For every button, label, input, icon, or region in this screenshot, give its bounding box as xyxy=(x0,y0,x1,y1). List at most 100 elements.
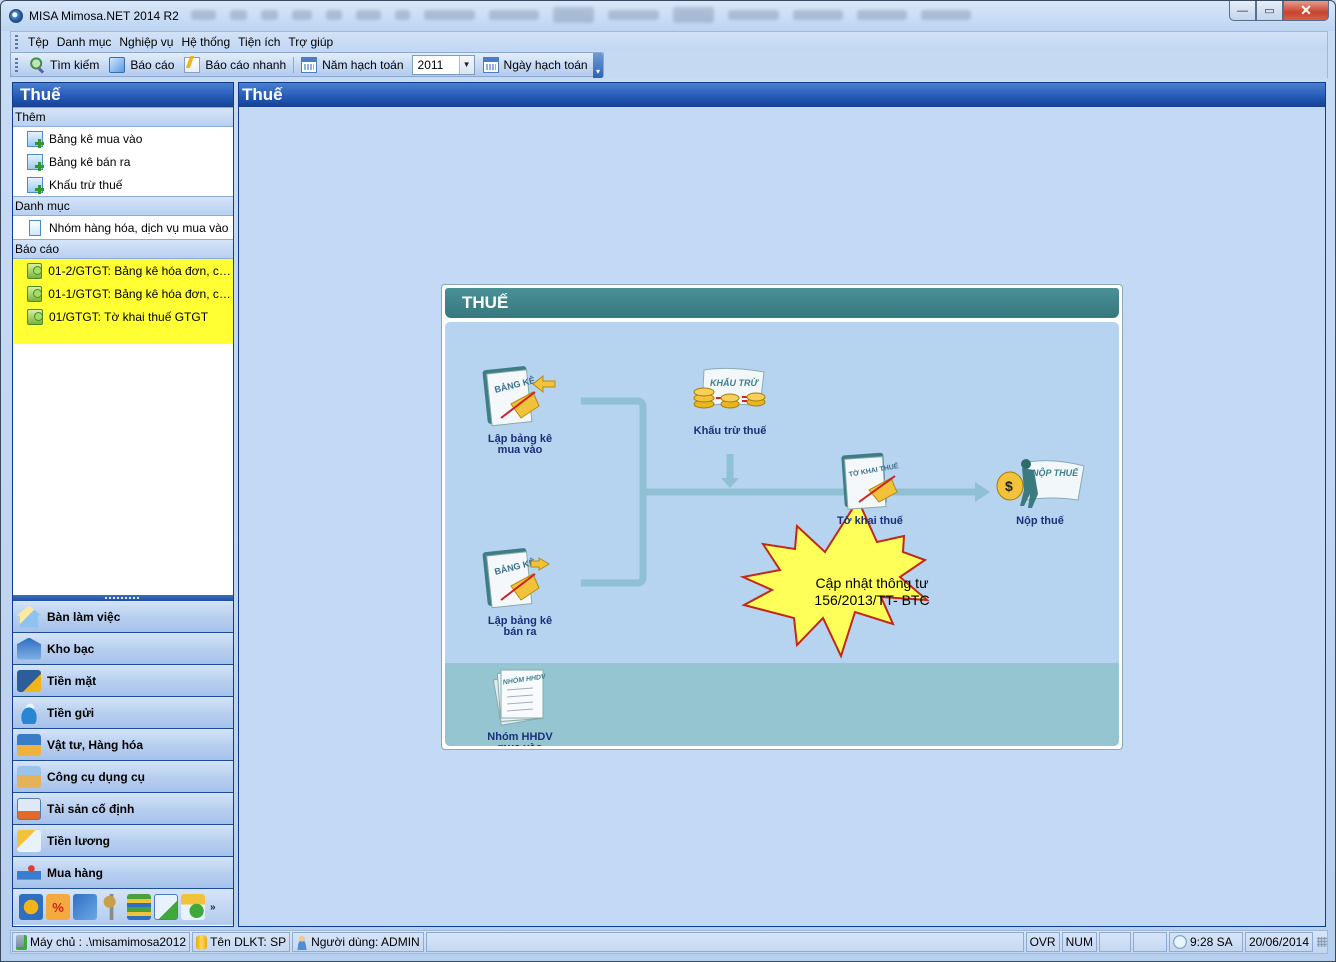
menu-operations[interactable]: Nghiệp vụ xyxy=(115,32,177,52)
menu-file[interactable]: Tệp xyxy=(24,32,53,52)
toolbar-separator xyxy=(293,56,295,73)
dropdown-arrow-icon[interactable]: ▼ xyxy=(458,55,474,74)
task-item-report-01-2[interactable]: 01-2/GTGT: Bảng kê hóa đơn, chứ... xyxy=(13,259,233,282)
goods-group-icon: NHÓM HHDV xyxy=(492,669,548,726)
nav-cash[interactable]: Tiền mặt xyxy=(13,665,233,697)
status-server: Máy chủ : .\misamimosa2012 xyxy=(12,932,191,952)
task-item-label: 01/GTGT: Tờ khai thuế GTGT xyxy=(49,309,209,324)
report-button[interactable]: Báo cáo xyxy=(104,54,179,76)
task-list-catalog: Nhóm hàng hóa, dịch vụ mua vào xyxy=(13,216,233,239)
tax-percent-icon[interactable]: % xyxy=(46,894,70,920)
task-item-label: Bảng kê bán ra xyxy=(49,154,131,169)
task-item-report-01-1[interactable]: 01-1/GTGT: Bảng kê hóa đơn, chứ... xyxy=(13,282,233,305)
group-header-catalog[interactable]: Danh mục xyxy=(13,196,233,216)
task-item-sales-list[interactable]: Bảng kê bán ra xyxy=(13,150,233,173)
server-text: Máy chủ : .\misamimosa2012 xyxy=(30,935,187,949)
user-text: Người dùng: ADMIN xyxy=(311,935,420,949)
status-user: Người dùng: ADMIN xyxy=(292,932,424,952)
keys-icon[interactable] xyxy=(100,894,124,920)
toolbar-grip-handle[interactable] xyxy=(15,57,18,72)
nav-deposits[interactable]: Tiền gửi xyxy=(13,697,233,729)
toolbar-overflow-button[interactable]: ▾ xyxy=(593,53,603,78)
task-item-label: Bảng kê mua vào xyxy=(49,131,143,146)
posting-date-label: Ngày hạch toán xyxy=(503,57,588,72)
maximize-button[interactable]: ▭ xyxy=(1256,1,1283,21)
status-bar: Máy chủ : .\misamimosa2012 Tên DLKT: SP … xyxy=(10,930,1328,954)
tax-declaration-icon: TỜ KHAI THUẾ xyxy=(841,452,899,510)
shopping-cart-icon xyxy=(17,861,41,884)
nav-purchasing[interactable]: Mua hàng xyxy=(13,857,233,889)
arrow-from-deduction xyxy=(721,478,739,488)
task-item-goods-group[interactable]: Nhóm hàng hóa, dịch vụ mua vào xyxy=(13,216,233,239)
nav-tools[interactable]: Công cụ dụng cụ xyxy=(13,761,233,793)
nav-label: Mua hàng xyxy=(47,865,103,880)
fiscal-year-text: Năm hạch toán xyxy=(322,57,404,72)
report-icon xyxy=(109,56,126,73)
nav-label: Tiền gửi xyxy=(47,705,95,720)
node-sales-list[interactable]: BẢNG KÊ Lập bảng kê bán ra xyxy=(480,544,560,638)
window-controls: — ▭ ✕ xyxy=(1229,1,1329,21)
checklist-icon[interactable] xyxy=(154,894,178,920)
books-icon[interactable] xyxy=(127,894,151,920)
node-tax-payment[interactable]: NỘP THUẾ $ Nộp thuế xyxy=(990,456,1090,527)
minimize-button[interactable]: — xyxy=(1229,1,1256,21)
svg-text:$: $ xyxy=(1005,478,1013,494)
node-tax-deduction[interactable]: KHẤU TRỪ Khấu trừ thuế xyxy=(685,366,775,437)
bracket-connector xyxy=(581,397,647,587)
task-item-purchase-list[interactable]: Bảng kê mua vào xyxy=(13,127,233,150)
nav-label: Tiền mặt xyxy=(47,673,97,688)
search-button[interactable]: Tìm kiếm xyxy=(24,54,104,76)
calendar-icon xyxy=(301,56,318,73)
more-modules-button[interactable]: » xyxy=(210,902,216,913)
resize-grip[interactable] xyxy=(1317,937,1327,947)
nav-payroll[interactable]: Tiền lương xyxy=(13,825,233,857)
node-label-line1: Tờ khai thuế xyxy=(837,515,903,527)
node-goods-group[interactable]: NHÓM HHDV Nhóm HHDV mua vào xyxy=(480,666,560,746)
task-item-report-01[interactable]: 01/GTGT: Tờ khai thuế GTGT xyxy=(13,305,233,328)
nav-fixed-assets[interactable]: Tài sản cố định xyxy=(13,793,233,825)
task-item-label: 01-1/GTGT: Bảng kê hóa đơn, chứ... xyxy=(48,286,233,301)
update-icon[interactable] xyxy=(181,894,205,920)
search-label: Tìm kiếm xyxy=(50,57,100,72)
menu-catalog[interactable]: Danh mục xyxy=(53,32,116,52)
group-header-add[interactable]: Thêm xyxy=(13,107,233,127)
nav-label: Tiền lương xyxy=(47,833,110,848)
nav-label: Công cụ dụng cụ xyxy=(47,769,145,784)
quick-report-button[interactable]: Báo cáo nhanh xyxy=(179,54,291,76)
node-label-line2: bán ra xyxy=(503,626,537,638)
report-icon xyxy=(27,262,43,279)
salary-icon xyxy=(17,829,41,852)
node-tax-declaration[interactable]: TỜ KHAI THUẾ Tờ khai thuế xyxy=(825,450,915,527)
fiscal-year-select[interactable]: 2011 ▼ xyxy=(411,54,475,75)
status-empty-1 xyxy=(1098,932,1131,952)
group-header-reports[interactable]: Báo cáo xyxy=(13,239,233,259)
menu-grip-handle[interactable] xyxy=(15,34,18,49)
server-icon xyxy=(16,934,27,950)
nav-label: Vật tư, Hàng hóa xyxy=(47,737,144,752)
general-ledger-icon[interactable] xyxy=(73,894,97,920)
nav-desktop[interactable]: Bàn làm việc xyxy=(13,601,233,633)
close-button[interactable]: ✕ xyxy=(1283,1,1329,21)
node-label-line2: mua vào xyxy=(480,743,560,747)
add-document-icon xyxy=(27,176,44,194)
nav-label: Tài sản cố định xyxy=(47,801,135,816)
sales-list-icon: BẢNG KÊ xyxy=(482,548,550,609)
nav-inventory[interactable]: Vật tư, Hàng hóa xyxy=(13,729,233,761)
nav-treasury[interactable]: Kho bạc xyxy=(13,633,233,665)
posting-date-button[interactable]: Ngày hạch toán xyxy=(478,54,593,76)
update-callout-text[interactable]: Cập nhật thông tư 156/2013/TT- BTC xyxy=(802,575,942,609)
menu-system[interactable]: Hệ thống xyxy=(177,32,234,52)
app-window: MISA Mimosa.NET 2014 R2 — ▭ ✕ Tệp Danh m… xyxy=(0,0,1336,962)
menu-help[interactable]: Trợ giúp xyxy=(284,32,337,52)
node-purchase-list[interactable]: BẢNG KÊ Lập bảng kê mua vào xyxy=(480,362,560,456)
status-database: Tên DLKT: SP xyxy=(192,932,291,952)
sales-icon[interactable] xyxy=(19,894,43,920)
status-time: 9:28 SA xyxy=(1168,932,1243,952)
calendar-icon xyxy=(482,56,499,73)
fiscal-year-label: Năm hạch toán xyxy=(296,54,408,76)
menu-bar: Tệp Danh mục Nghiệp vụ Hệ thống Tiện ích… xyxy=(10,31,1328,51)
task-item-tax-deduction[interactable]: Khấu trừ thuế xyxy=(13,173,233,196)
node-label-line2: mua vào xyxy=(497,444,543,456)
task-item-label: 01-2/GTGT: Bảng kê hóa đơn, chứ... xyxy=(48,263,233,278)
menu-utilities[interactable]: Tiện ích xyxy=(234,32,284,52)
